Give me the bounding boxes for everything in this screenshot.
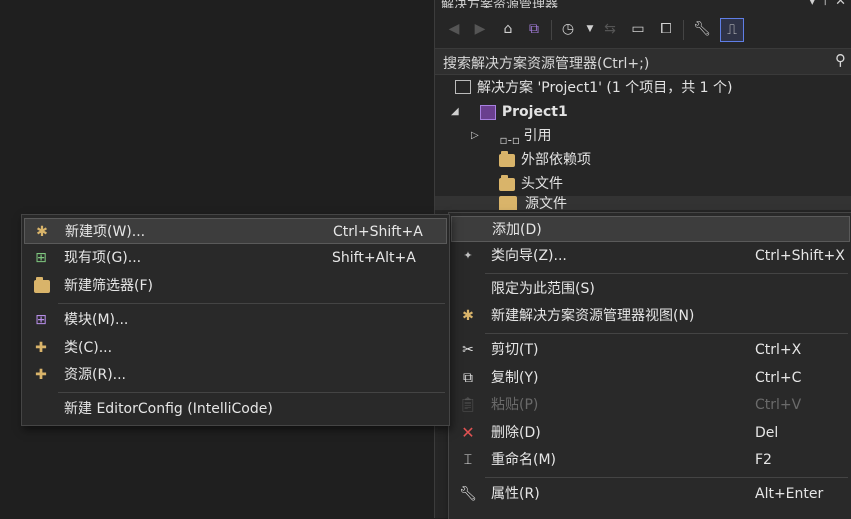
back-icon[interactable]: ◀ <box>443 18 465 40</box>
preview-selected-items-icon[interactable]: ⎍ <box>720 18 744 42</box>
explorer-toolbar: ◀ ▶ ⌂ ⧉ ◷ ▼ ⇆ ▭ ⧠ 🔧︎ ⎍ <box>435 14 851 46</box>
solution-icon <box>455 80 471 94</box>
menu-item-rename[interactable]: ⌶ 重命名(M) F2 <box>451 447 850 473</box>
paste-icon: 📋︎ <box>459 397 477 413</box>
add-class-icon: ✚ <box>35 340 47 356</box>
menu-item-properties[interactable]: 🔧︎ 属性(R) Alt+Enter <box>451 481 850 507</box>
collapsed-arrow-icon[interactable]: ▷ <box>471 124 483 148</box>
submenu-item-editorconfig[interactable]: 新建 EditorConfig (IntelliCode) <box>24 396 447 422</box>
class-wizard-icon: ✦ <box>463 249 473 262</box>
copy-icon: ⧉ <box>463 370 473 386</box>
menu-item-copy[interactable]: ⧉ 复制(Y) Ctrl+C <box>451 365 850 391</box>
references-icon: ▫-▫ <box>499 133 521 147</box>
menu-item-add[interactable]: 添加(D) <box>451 216 850 242</box>
filter-folder-icon <box>499 174 515 191</box>
submenu-item-resource[interactable]: ✚ 资源(R)... <box>24 362 447 388</box>
tree-item-project[interactable]: ◢ Project1 <box>451 100 568 124</box>
folder-icon <box>499 150 515 167</box>
tree-item-headers[interactable]: 头文件 <box>499 172 563 196</box>
rename-icon: ⌶ <box>463 452 473 468</box>
submenu-item-module[interactable]: ⊞ 模块(M)... <box>24 307 447 333</box>
search-box[interactable]: 搜索解决方案资源管理器(Ctrl+;) ⚲ <box>435 48 851 75</box>
menu-item-cut[interactable]: ✂ 剪切(T) Ctrl+X <box>451 337 850 363</box>
menu-item-paste[interactable]: 📋︎ 粘贴(P) Ctrl+V <box>451 392 850 418</box>
forward-icon[interactable]: ▶ <box>469 18 491 40</box>
module-icon: ⊞ <box>35 312 47 328</box>
delete-x-icon: ✕ <box>461 423 475 442</box>
folder-icon <box>499 196 517 210</box>
submenu-item-existing-item[interactable]: ⊞ 现有项(G)... Shift+Alt+A <box>24 245 447 271</box>
submenu-item-new-item[interactable]: ✱ 新建项(W)... Ctrl+Shift+A <box>24 218 447 244</box>
add-submenu: ✱ 新建项(W)... Ctrl+Shift+A ⊞ 现有项(G)... Shi… <box>21 214 450 426</box>
tree-item-external-deps[interactable]: 外部依赖项 <box>499 148 591 172</box>
panel-title-actions[interactable]: ▾ ⊤ ✕ <box>809 0 846 9</box>
add-resource-icon: ✚ <box>35 367 47 383</box>
wrench-icon: 🔧︎ <box>459 486 477 502</box>
tree-item-references[interactable]: ▷ ▫-▫ 引用 <box>471 124 551 148</box>
scissors-icon: ✂ <box>462 342 474 358</box>
new-filter-folder-icon <box>34 277 50 293</box>
panel-title: 解决方案资源管理器 <box>441 0 559 8</box>
menu-item-class-wizard[interactable]: ✦ 类向导(Z)... Ctrl+Shift+X <box>451 243 850 269</box>
menu-item-scope-to-this[interactable]: 限定为此范围(S) <box>451 276 850 302</box>
switch-views-icon[interactable]: ⧉ <box>523 18 545 40</box>
pending-changes-filter-icon[interactable]: ◷ <box>557 18 579 40</box>
submenu-item-class[interactable]: ✚ 类(C)... <box>24 335 447 361</box>
expanded-arrow-icon[interactable]: ◢ <box>451 100 463 124</box>
chevron-down-icon[interactable]: ▼ <box>579 18 601 40</box>
new-view-icon: ✱ <box>462 308 474 324</box>
menu-item-new-explorer-view[interactable]: ✱ 新建解决方案资源管理器视图(N) <box>451 303 850 329</box>
search-icon[interactable]: ⚲ <box>835 51 846 69</box>
tree-item-solution[interactable]: 解决方案 'Project1' (1 个项目，共 1 个) <box>455 76 733 100</box>
wrench-icon[interactable]: 🔧︎ <box>691 18 713 40</box>
submenu-item-new-filter[interactable]: 新建筛选器(F) <box>24 273 447 299</box>
tree-item-sources[interactable]: 源文件 <box>435 196 851 210</box>
sync-active-document-icon[interactable]: ⇆ <box>599 18 621 40</box>
context-menu: 添加(D) ✦ 类向导(Z)... Ctrl+Shift+X 限定为此范围(S)… <box>448 212 851 519</box>
search-input[interactable]: 搜索解决方案资源管理器(Ctrl+;) <box>443 53 649 73</box>
existing-item-icon: ⊞ <box>35 250 47 266</box>
new-item-icon: ✱ <box>36 224 48 240</box>
home-icon[interactable]: ⌂ <box>497 18 519 40</box>
show-all-files-icon[interactable]: ⧠ <box>655 18 677 40</box>
menu-item-delete[interactable]: ✕ 删除(D) Del <box>451 420 850 446</box>
collapse-all-icon[interactable]: ▭ <box>627 18 649 40</box>
cpp-project-icon <box>479 104 496 120</box>
